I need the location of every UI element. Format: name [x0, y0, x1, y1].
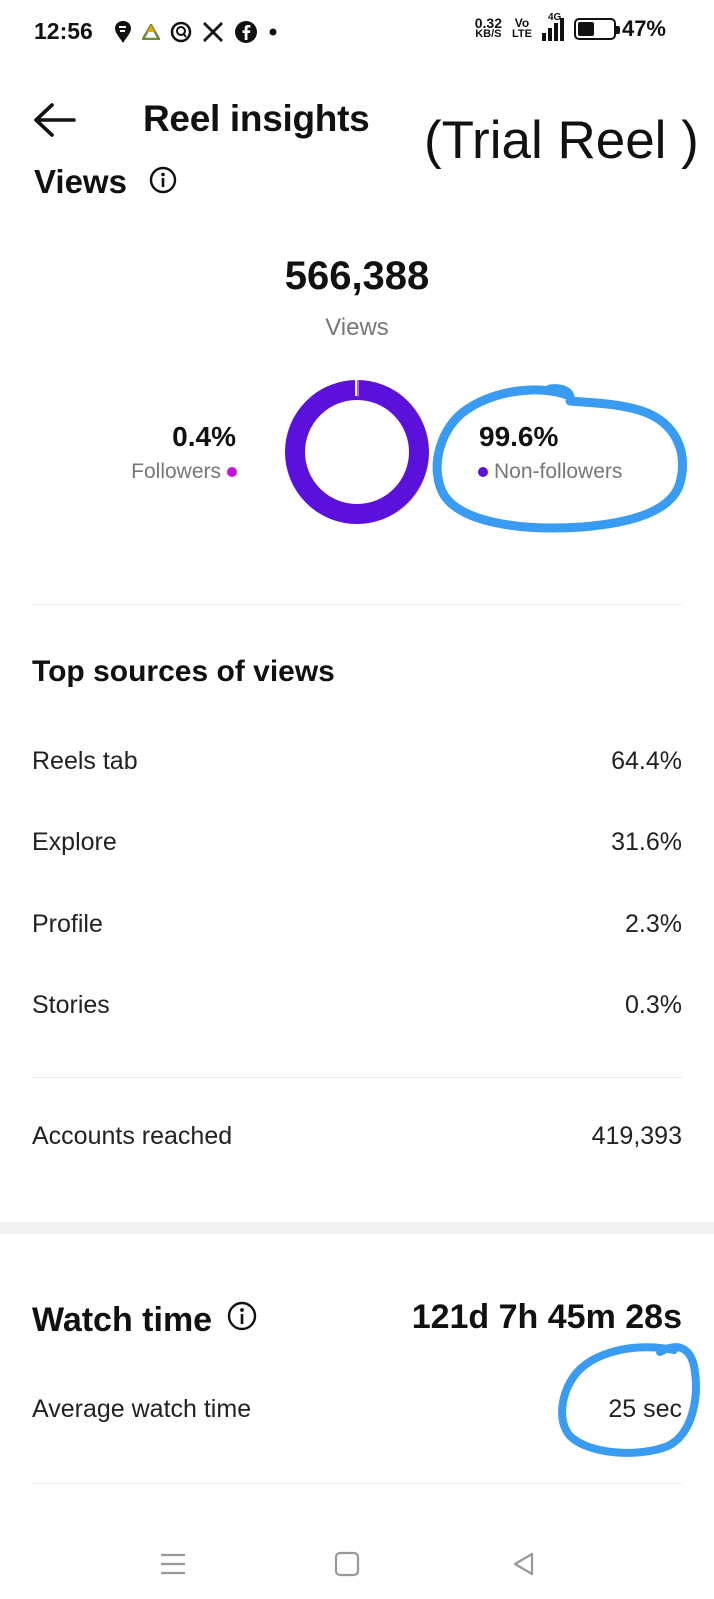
- average-watch-time-value: 25 sec: [608, 1395, 682, 1423]
- donut-non-followers-segment: [285, 380, 429, 524]
- source-value-stories: 0.3%: [625, 991, 682, 1019]
- followers-percent: 0.4%: [172, 421, 236, 452]
- watch-time-total: 121d 7h 45m 28s: [411, 1298, 682, 1336]
- facebook-icon: [234, 20, 258, 44]
- notification-icons: [114, 20, 278, 44]
- followers-dot-icon: [227, 467, 237, 477]
- drive-icon: [142, 24, 160, 40]
- section-separator: [0, 1222, 714, 1234]
- page-title: Reel insights: [143, 98, 370, 139]
- volte-indicator: Vo LTE: [511, 17, 532, 40]
- info-icon[interactable]: [148, 165, 178, 203]
- status-right: 0.32 KB/S Vo LTE 4G 47%: [475, 12, 666, 42]
- non-followers-percent: 99.6%: [479, 421, 559, 452]
- source-value-reels-tab: 64.4%: [611, 747, 682, 775]
- back-triangle-icon: [513, 1552, 534, 1576]
- average-watch-time-label: Average watch time: [32, 1395, 252, 1423]
- source-label-explore: Explore: [32, 828, 117, 856]
- accounts-reached-label: Accounts reached: [32, 1122, 233, 1150]
- watch-time-title: Watch time: [32, 1300, 258, 1341]
- recents-button[interactable]: [153, 1544, 193, 1584]
- status-bar: 12:56 0.32 KB/S Vo LTE 4G 47%: [0, 0, 714, 64]
- home-square-icon: [334, 1551, 360, 1577]
- more-dot-icon: [268, 27, 278, 37]
- back-arrow-icon: [34, 103, 76, 137]
- menu-icon: [161, 1553, 185, 1575]
- info-icon[interactable]: [226, 1300, 258, 1341]
- views-total-label: Views: [325, 314, 389, 341]
- non-followers-dot-icon: [478, 467, 488, 477]
- divider: [32, 604, 682, 605]
- swiggy-icon: [114, 20, 132, 44]
- status-time: 12:56: [34, 18, 93, 44]
- top-sources-title: Top sources of views: [32, 655, 335, 688]
- battery-percent: 47%: [621, 16, 666, 41]
- network-type: 4G: [547, 11, 562, 23]
- divider: [32, 1077, 682, 1078]
- accounts-reached-value: 419,393: [591, 1122, 682, 1150]
- source-label-stories: Stories: [32, 991, 110, 1019]
- divider: [32, 1483, 682, 1484]
- quora-icon: [170, 21, 192, 43]
- non-followers-legend: Non-followers: [478, 460, 622, 484]
- source-label-reels-tab: Reels tab: [32, 747, 138, 775]
- system-nav-bar: [0, 1530, 714, 1599]
- net-speed-unit: KB/S: [475, 28, 502, 40]
- views-heading-label: Views: [34, 163, 127, 200]
- app-header: Reel insights (Trial Reel ): [0, 80, 714, 170]
- followers-legend: Followers: [131, 460, 237, 484]
- home-button[interactable]: [327, 1544, 367, 1584]
- battery-icon: [573, 18, 620, 40]
- views-heading: Views: [34, 163, 178, 203]
- source-label-profile: Profile: [32, 910, 103, 938]
- net-speed: 0.32 KB/S: [475, 16, 502, 40]
- source-value-profile: 2.3%: [625, 910, 682, 938]
- non-followers-label: Non-followers: [494, 460, 623, 483]
- x-icon: [202, 21, 224, 43]
- back-nav-button[interactable]: [504, 1544, 544, 1584]
- views-donut-chart: [285, 378, 429, 524]
- battery: 47%: [573, 16, 666, 42]
- signal-icon: 4G: [541, 12, 564, 41]
- handwritten-note: (Trial Reel ): [424, 111, 699, 170]
- volte-bottom: LTE: [511, 28, 532, 40]
- source-value-explore: 31.6%: [611, 828, 682, 856]
- views-total: 566,388: [284, 254, 430, 298]
- back-button[interactable]: [30, 100, 80, 140]
- followers-label: Followers: [131, 460, 221, 483]
- watch-time-title-label: Watch time: [32, 1301, 213, 1339]
